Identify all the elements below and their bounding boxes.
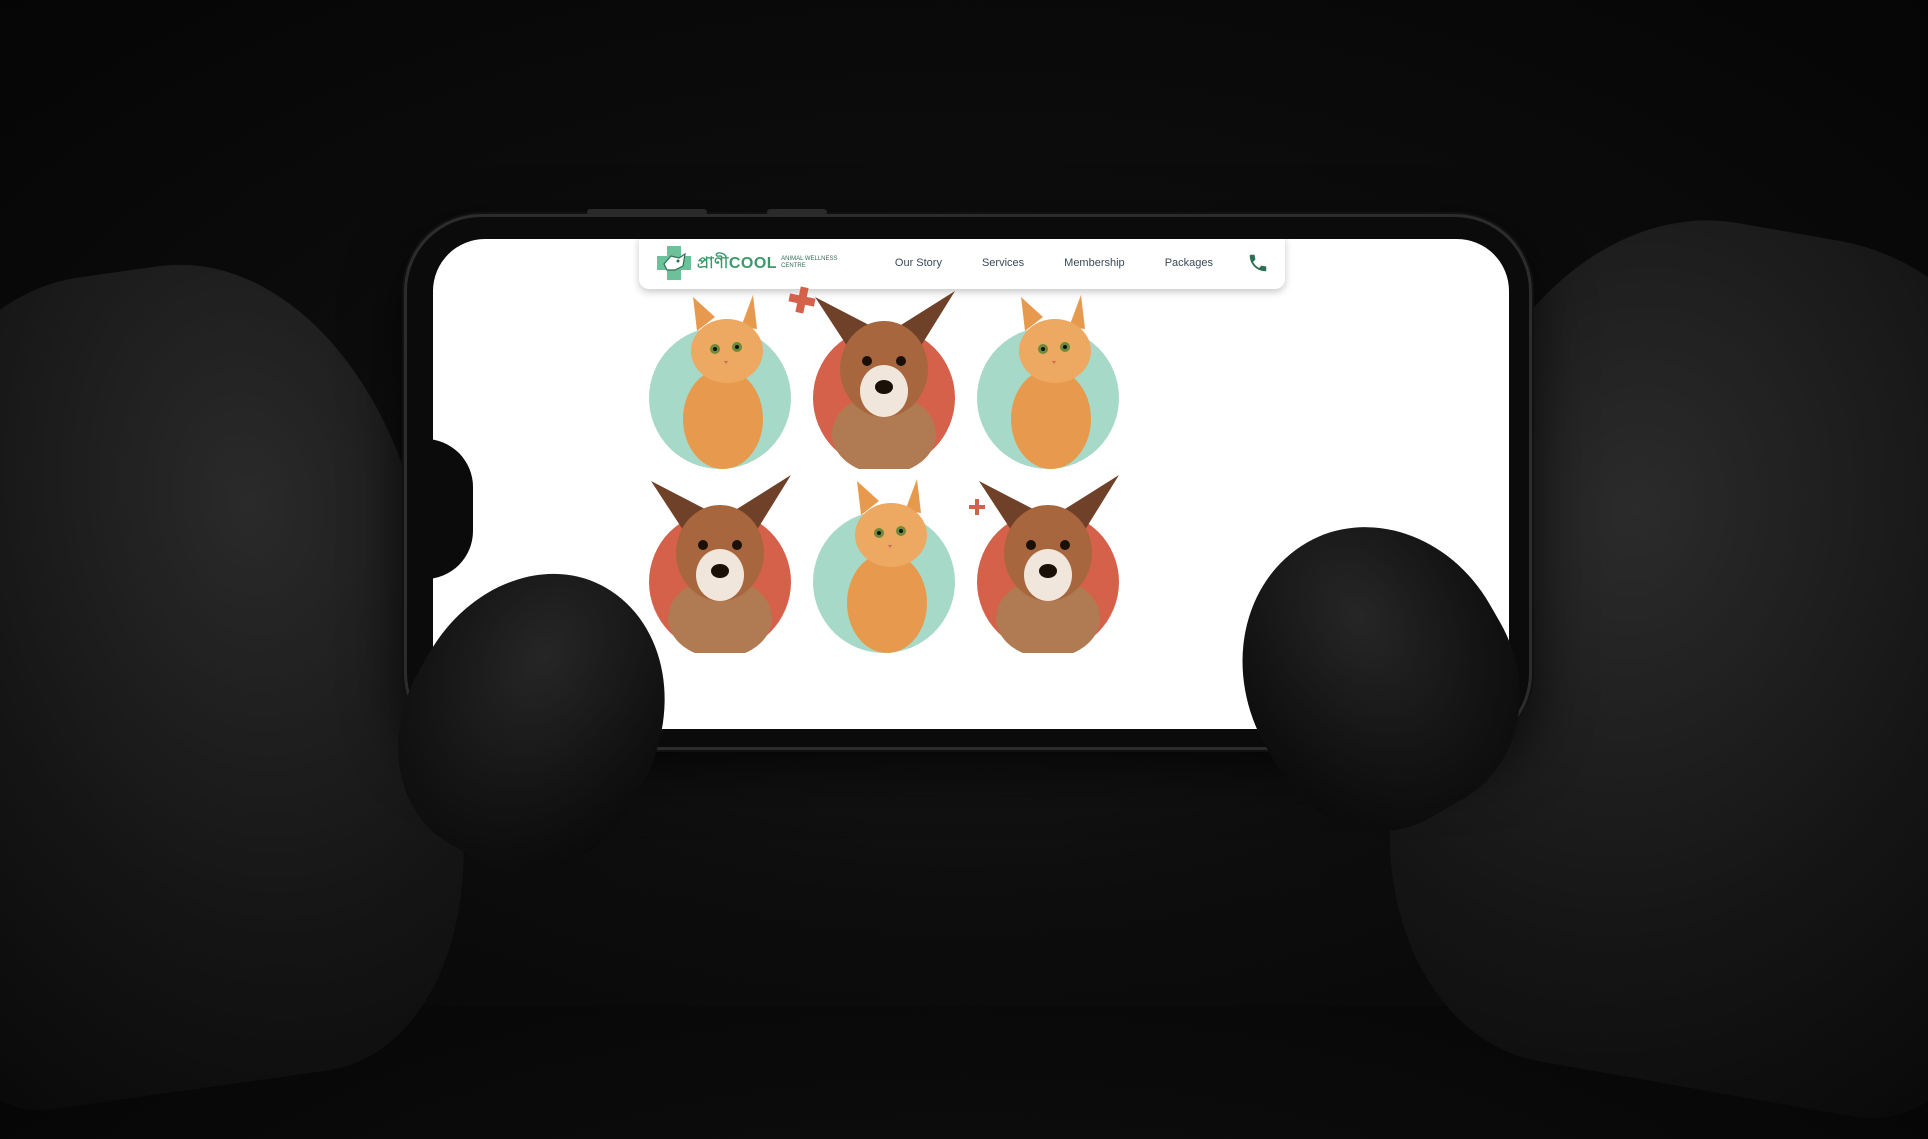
dog-card — [645, 453, 795, 653]
nav-our-story[interactable]: Our Story — [895, 257, 942, 269]
nav-packages[interactable]: Packages — [1165, 257, 1213, 269]
cat-card — [645, 269, 795, 469]
nav-services[interactable]: Services — [982, 257, 1024, 269]
logo-subtitle: Animal Wellness Centre — [781, 256, 838, 269]
plus-decoration-icon — [969, 499, 985, 515]
cat-card — [973, 269, 1123, 469]
dog-card — [973, 453, 1123, 653]
dog-image — [979, 475, 1119, 653]
volume-button — [587, 209, 707, 215]
dog-image — [651, 475, 791, 653]
kitten-image — [1011, 295, 1091, 469]
cat-card — [809, 453, 959, 653]
kitten-image — [683, 295, 763, 469]
phone-icon[interactable] — [1247, 252, 1269, 274]
plus-decoration-icon — [788, 286, 816, 314]
nav-membership[interactable]: Membership — [1064, 257, 1125, 269]
kitten-image — [847, 479, 927, 653]
camera-notch — [433, 439, 473, 579]
dog-card — [809, 269, 959, 469]
power-button — [767, 209, 827, 215]
dog-image — [815, 291, 955, 469]
